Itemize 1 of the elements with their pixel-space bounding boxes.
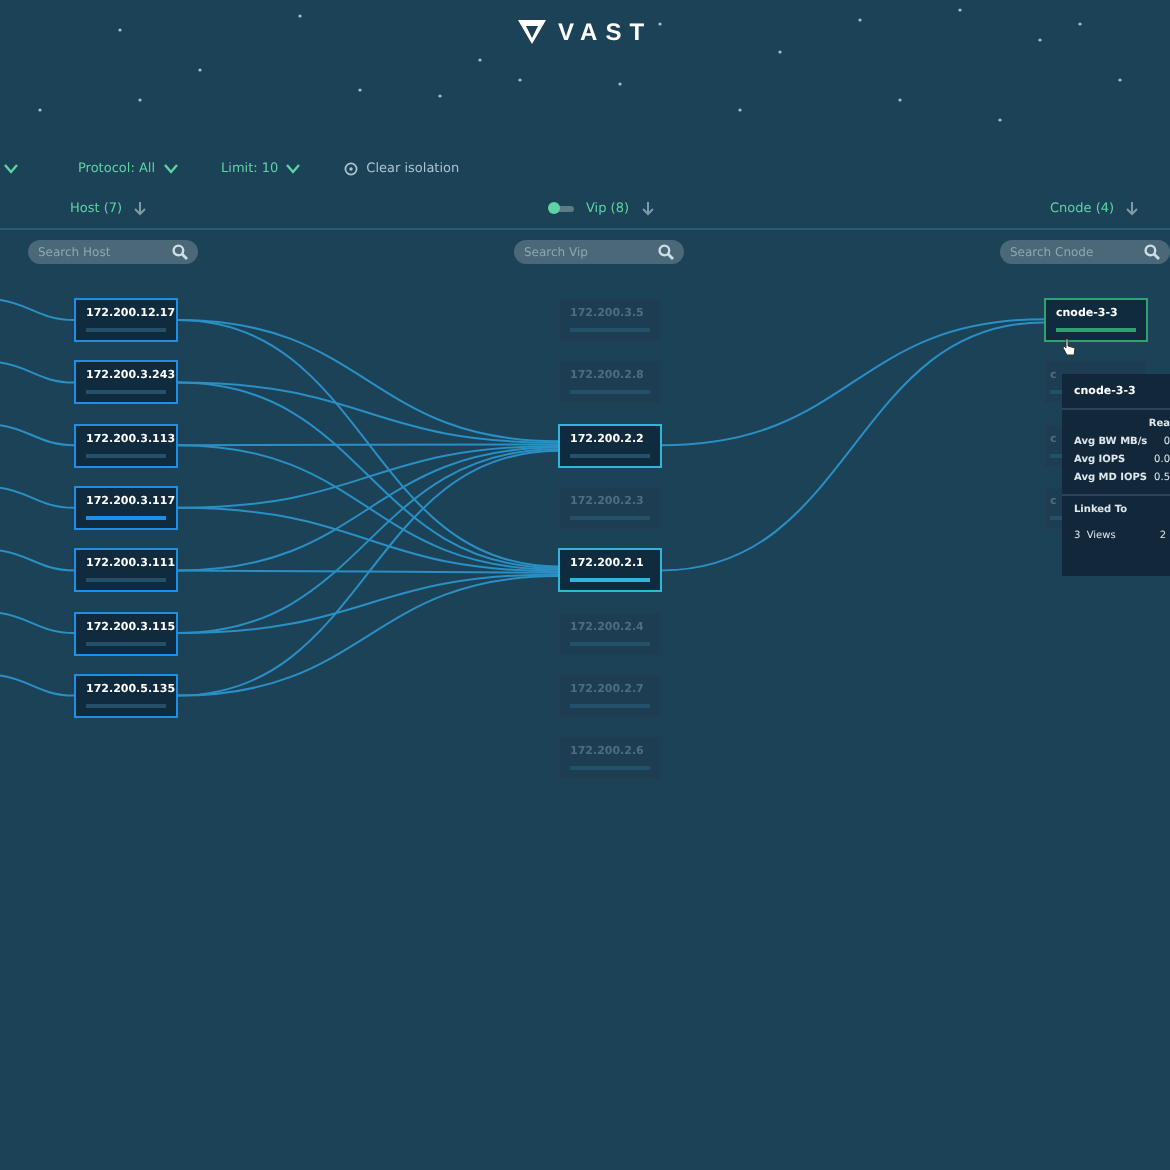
logo-text: VAST <box>557 18 653 46</box>
